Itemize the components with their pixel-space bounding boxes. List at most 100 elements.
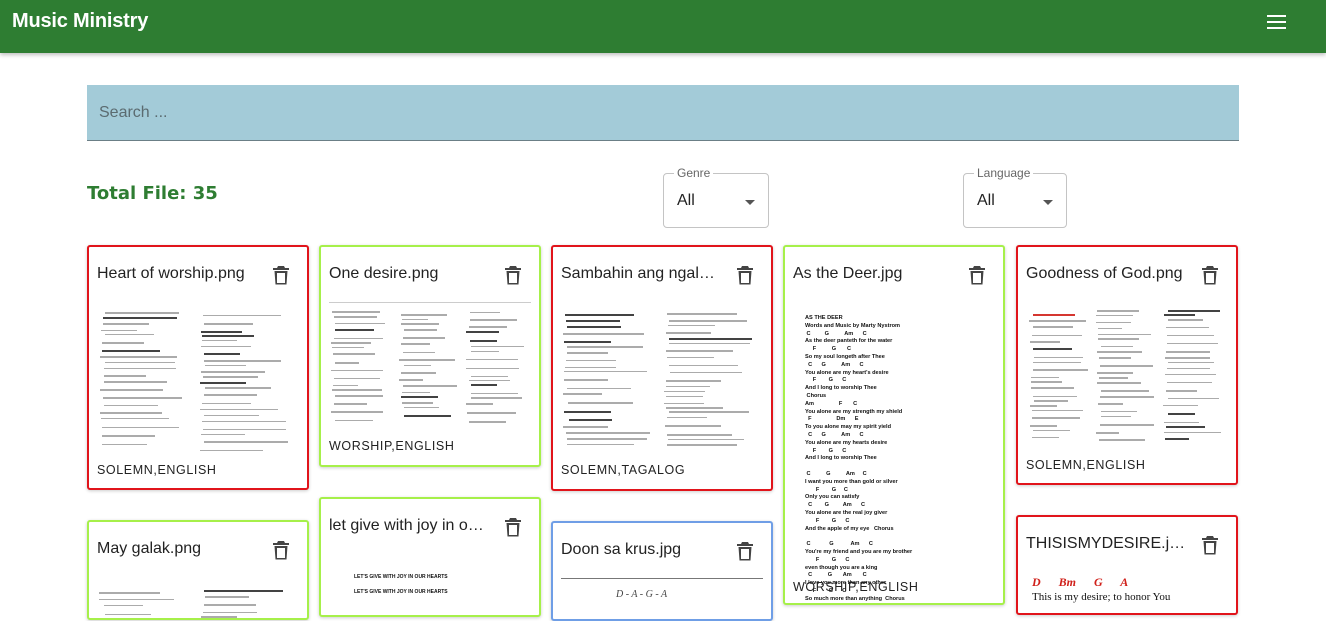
- trash-icon[interactable]: [737, 541, 753, 561]
- preview-text-line: [201, 615, 237, 618]
- preview-text-line: [101, 417, 170, 420]
- preview-text-line: [470, 392, 518, 395]
- trash-icon[interactable]: [969, 265, 985, 285]
- preview-text-line: [564, 370, 647, 373]
- preview-text-line: [1032, 417, 1081, 419]
- preview-text-line: [398, 378, 424, 381]
- file-card[interactable]: Goodness of God.png SOLEMN,ENGLISH: [1016, 245, 1238, 485]
- preview-text-line: [101, 342, 145, 345]
- genre-select[interactable]: Genre All: [663, 166, 769, 228]
- preview-text-line: [566, 359, 616, 362]
- file-card[interactable]: May galak.png: [87, 520, 309, 620]
- app-title: Music Ministry: [12, 10, 149, 32]
- preview-text-line: [1032, 409, 1083, 412]
- preview-text-line: [400, 322, 439, 325]
- file-card[interactable]: One desire.png WORSHIP,ENGLISH: [319, 245, 541, 467]
- language-label: Language: [974, 166, 1034, 180]
- preview-text-line: [404, 406, 440, 409]
- trash-icon[interactable]: [273, 540, 289, 560]
- file-card[interactable]: As the Deer.jpg AS THE DEER Words and Mu…: [783, 245, 1005, 605]
- preview-text-line: [403, 337, 446, 339]
- preview-text-line: [1099, 439, 1145, 441]
- preview-text-line: [102, 443, 147, 446]
- preview-text-line: [667, 416, 707, 419]
- preview-text-line: [1167, 367, 1211, 370]
- preview-text-line: [471, 375, 508, 378]
- preview-text-line: [1032, 429, 1070, 432]
- trash-icon[interactable]: [737, 265, 753, 285]
- preview-text-line: [563, 333, 644, 335]
- preview-text-line: [201, 339, 238, 342]
- preview-text-line: [667, 444, 737, 446]
- preview-text-line: [665, 424, 722, 427]
- preview-text-line: [204, 394, 258, 396]
- file-name: Heart of worship.png: [97, 265, 245, 282]
- language-select[interactable]: Language All: [963, 166, 1067, 228]
- preview-text-line: [566, 443, 635, 446]
- search-input[interactable]: [87, 85, 1239, 140]
- file-preview: [1026, 303, 1228, 445]
- preview-text-line: [333, 353, 376, 355]
- preview-text-line: [667, 324, 715, 327]
- trash-icon[interactable]: [1202, 265, 1218, 285]
- preview-text-line: [563, 393, 602, 395]
- preview-text-line: [1167, 361, 1215, 364]
- preview-text-line: [99, 592, 160, 594]
- trash-icon[interactable]: [505, 517, 521, 537]
- preview-text-line: [665, 406, 724, 409]
- file-card[interactable]: Sambahin ang ngalan mo.png SOLEMN,TAGALO…: [551, 245, 773, 491]
- file-card[interactable]: Doon sa krus.jpg D - A - G - A: [551, 521, 773, 621]
- preview-text-line: [471, 384, 497, 387]
- preview-text-line: [668, 411, 749, 413]
- file-card[interactable]: let give with joy in our hearts.png LET'…: [319, 497, 541, 617]
- language-value: All: [977, 192, 995, 209]
- app-bar: Music Ministry: [0, 0, 1326, 53]
- preview-text-line: [402, 401, 433, 404]
- preview-text-line: [1100, 390, 1149, 392]
- trash-icon[interactable]: [505, 265, 521, 285]
- preview-text-line: [203, 440, 288, 443]
- search-bar: [87, 85, 1239, 141]
- caret-down-icon: [1043, 200, 1053, 205]
- preview-text-line: [335, 419, 373, 422]
- preview-text-line: [466, 358, 518, 361]
- preview-text-line: [1097, 310, 1140, 312]
- preview-text-line: [401, 396, 438, 399]
- preview-text-line: [1033, 361, 1082, 364]
- preview-text-line: [335, 395, 384, 397]
- preview-text-line: [469, 311, 501, 314]
- preview-text-line: [203, 604, 257, 606]
- preview-text-line: [1028, 320, 1086, 322]
- preview-text-line: [563, 425, 609, 428]
- preview-text-line: [1033, 356, 1083, 359]
- preview-text-line: [401, 391, 431, 394]
- preview-text-line: [469, 339, 498, 342]
- preview-text-line: [568, 419, 613, 422]
- preview-text-line: [100, 412, 162, 414]
- preview-text-line: [1168, 413, 1196, 416]
- preview-text-line: [665, 385, 711, 388]
- preview-text-line: [104, 381, 168, 383]
- trash-icon[interactable]: [273, 265, 289, 285]
- preview-text-line: [1164, 357, 1210, 359]
- file-card[interactable]: THISISMYDESIRE.jpg D Bm G A This is my d…: [1016, 515, 1238, 615]
- preview-text-line: [1164, 431, 1221, 434]
- preview-text-line: [1097, 338, 1140, 340]
- hamburger-menu-icon[interactable]: [1265, 12, 1289, 34]
- preview-text-line: [332, 384, 359, 387]
- preview-text-line: [201, 335, 254, 338]
- preview-text-line: [104, 312, 179, 314]
- trash-icon[interactable]: [1202, 535, 1218, 555]
- file-preview: AS THE DEER Words and Music by Marty Nys…: [805, 315, 913, 602]
- file-name: Goodness of God.png: [1026, 265, 1183, 282]
- file-tags: SOLEMN,TAGALOG: [561, 463, 686, 477]
- preview-text-line: [201, 402, 251, 405]
- preview-text-line: [1032, 326, 1074, 329]
- preview-text-line: [567, 325, 621, 328]
- preview-text-line: [331, 369, 383, 372]
- preview-text-line: [668, 342, 751, 345]
- preview-text-line: [1032, 314, 1075, 316]
- preview-text-line: [669, 319, 747, 322]
- preview-text-line: [469, 379, 510, 382]
- file-card[interactable]: Heart of worship.png SOLEMN,ENGLISH: [87, 245, 309, 490]
